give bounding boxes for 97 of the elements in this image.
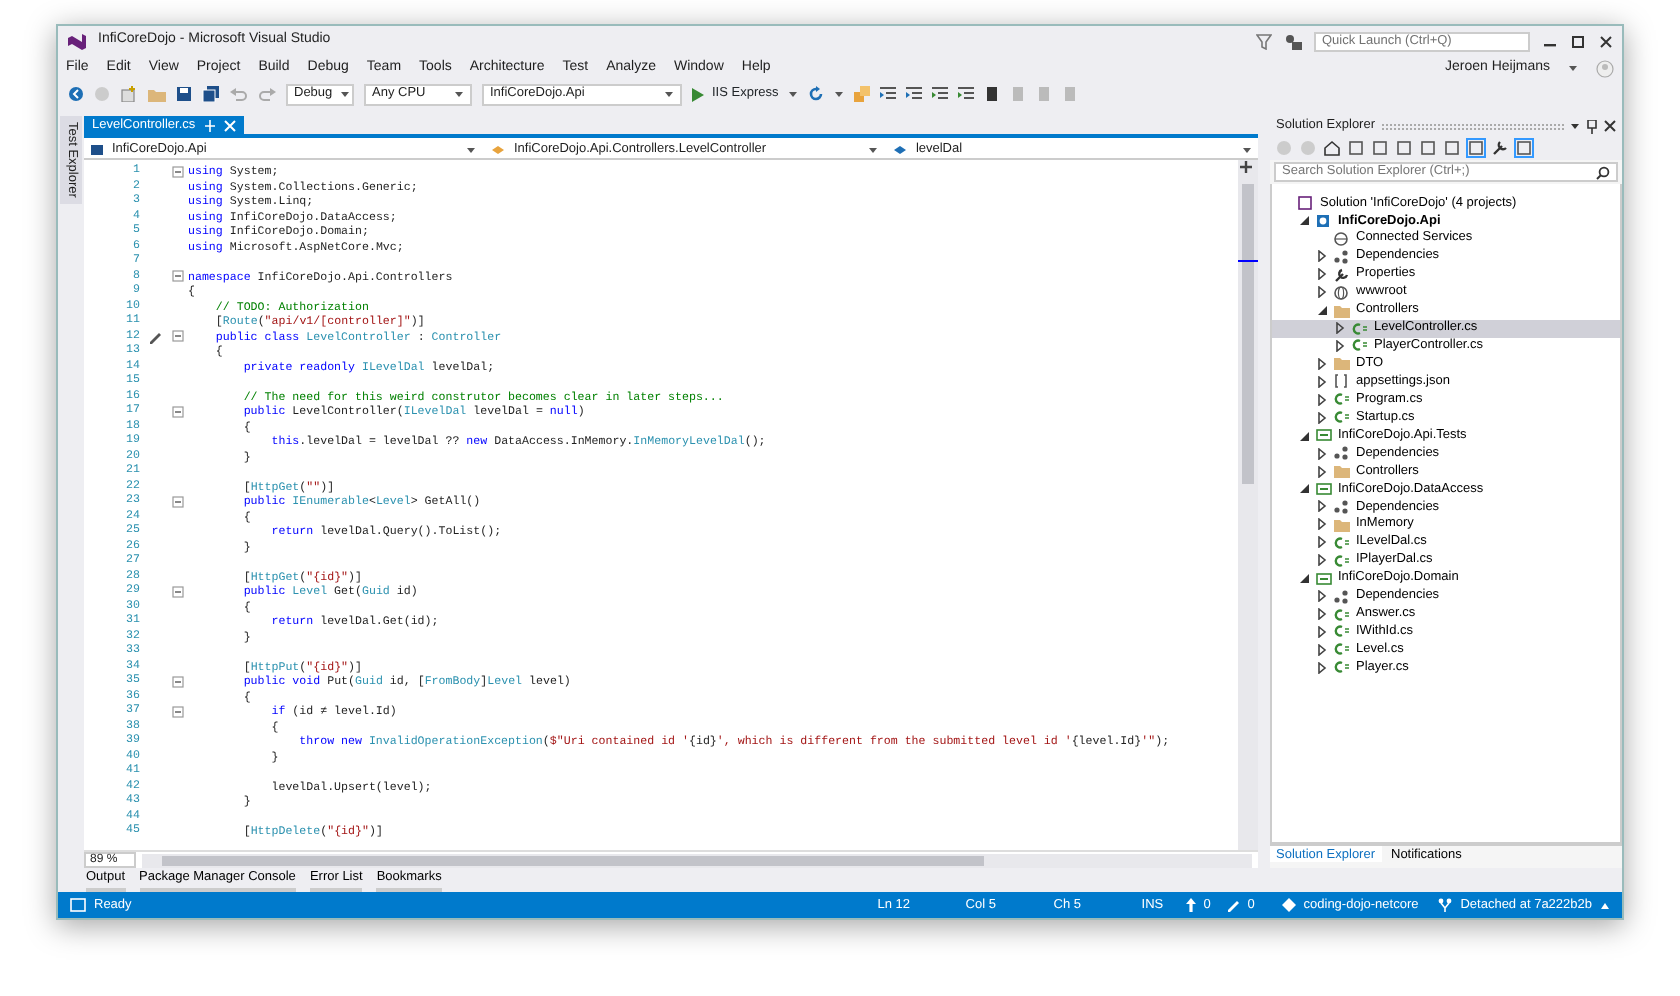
collapse-icon[interactable] <box>172 705 184 718</box>
csharp-file-icon <box>1334 660 1350 675</box>
comment-icon[interactable] <box>932 86 949 102</box>
app-logo-icon <box>66 32 86 50</box>
collapsed-arrow-icon[interactable] <box>1316 518 1328 531</box>
close-icon[interactable] <box>1598 33 1614 49</box>
project-icon <box>1316 428 1332 443</box>
collapse-icon[interactable] <box>172 405 184 418</box>
close-icon[interactable] <box>1604 120 1616 132</box>
save-all-icon[interactable] <box>202 86 220 102</box>
expanded-arrow-icon[interactable] <box>1298 572 1310 585</box>
collapsed-arrow-icon[interactable] <box>1316 286 1328 299</box>
folder-icon <box>1334 517 1350 532</box>
csharp-file-icon <box>1334 553 1350 568</box>
filter-icon[interactable] <box>1256 33 1272 49</box>
collapsed-arrow-icon[interactable] <box>1316 250 1328 263</box>
web-project-icon <box>1316 213 1332 228</box>
maximize-icon[interactable] <box>1570 33 1586 49</box>
csharp-file-icon <box>1334 535 1350 550</box>
caret-icon[interactable] <box>465 145 476 153</box>
expanded-arrow-icon[interactable] <box>1316 304 1328 317</box>
folder-icon <box>1334 356 1350 371</box>
csharp-file-icon <box>1334 392 1350 407</box>
collapsed-arrow-icon[interactable] <box>1316 375 1328 388</box>
output-icon <box>70 898 86 912</box>
collapsed-arrow-icon[interactable] <box>1316 608 1328 621</box>
caret-up-icon[interactable] <box>1600 901 1610 909</box>
collapse-icon[interactable] <box>172 165 184 178</box>
indent-icon[interactable] <box>880 86 897 102</box>
collapsed-arrow-icon[interactable] <box>1316 268 1328 281</box>
feedback-icon[interactable] <box>1284 33 1302 49</box>
bookmark-icon[interactable] <box>984 86 1001 102</box>
dependencies-icon <box>1334 249 1350 264</box>
collapsed-arrow-icon[interactable] <box>1316 500 1328 513</box>
dependencies-icon <box>1334 589 1350 604</box>
collapsed-arrow-icon[interactable] <box>1316 357 1328 370</box>
caret-icon[interactable] <box>664 90 674 98</box>
class-icon <box>90 143 104 155</box>
expanded-arrow-icon[interactable] <box>1298 482 1310 495</box>
collapsed-arrow-icon[interactable] <box>1316 411 1328 424</box>
caret-icon[interactable] <box>1568 64 1578 72</box>
outdent-icon[interactable] <box>906 86 923 102</box>
class-icon <box>893 143 908 155</box>
connected-services-icon <box>1334 231 1350 246</box>
csharp-file-icon <box>1334 642 1350 657</box>
caret-icon[interactable] <box>867 145 878 153</box>
repository-icon[interactable] <box>1281 898 1296 912</box>
collapse-icon[interactable] <box>172 585 184 598</box>
collapsed-arrow-icon[interactable] <box>1316 536 1328 549</box>
caret-icon[interactable] <box>788 90 799 98</box>
caret-icon[interactable] <box>454 90 464 98</box>
project-icon <box>1316 571 1332 586</box>
dependencies-icon <box>1334 446 1350 461</box>
collapsed-arrow-icon[interactable] <box>1334 322 1346 335</box>
collapse-icon[interactable] <box>172 675 184 688</box>
expanded-arrow-icon[interactable] <box>1298 429 1310 442</box>
csharp-file-icon <box>1334 410 1350 425</box>
json-file-icon <box>1334 374 1350 389</box>
pencil-icon[interactable] <box>1225 898 1240 912</box>
uncomment-icon[interactable] <box>958 86 975 102</box>
collapse-icon[interactable] <box>172 330 184 343</box>
collapsed-arrow-icon[interactable] <box>1316 643 1328 656</box>
collapsed-arrow-icon[interactable] <box>1334 339 1346 352</box>
collapsed-arrow-icon[interactable] <box>1316 554 1328 567</box>
collapse-icon[interactable] <box>172 270 184 283</box>
home-icon[interactable] <box>1324 140 1340 156</box>
class-icon <box>491 143 506 155</box>
save-icon[interactable] <box>176 86 192 102</box>
collapsed-arrow-icon[interactable] <box>1316 465 1328 478</box>
play-icon <box>692 87 704 101</box>
up-arrow-icon[interactable] <box>1185 898 1196 912</box>
caret-icon[interactable] <box>834 90 845 98</box>
solution-icon <box>1298 195 1314 210</box>
collapsed-arrow-icon[interactable] <box>1316 625 1328 638</box>
branch-icon[interactable] <box>1438 898 1453 912</box>
caret-icon[interactable] <box>340 90 351 98</box>
horizontal-scrollbar[interactable] <box>142 853 1252 867</box>
globe-icon <box>1334 285 1350 300</box>
split-icon[interactable] <box>1238 160 1254 174</box>
dependencies-icon <box>1334 499 1350 514</box>
caret-icon[interactable] <box>1241 145 1252 153</box>
search-icon[interactable] <box>1596 165 1610 179</box>
collapse-icon[interactable] <box>172 495 184 508</box>
caret-icon[interactable] <box>1570 122 1580 130</box>
refresh-icon[interactable] <box>808 86 825 102</box>
project-icon <box>1316 481 1332 496</box>
collapsed-arrow-icon[interactable] <box>1316 590 1328 603</box>
folder-icon <box>1334 464 1350 479</box>
expanded-arrow-icon[interactable] <box>1298 214 1310 227</box>
collapsed-arrow-icon[interactable] <box>1316 661 1328 674</box>
collapsed-arrow-icon[interactable] <box>1316 393 1328 406</box>
pencil-icon[interactable] <box>147 329 161 344</box>
vertical-scrollbar[interactable] <box>1238 160 1258 850</box>
properties-icon[interactable] <box>1492 140 1508 156</box>
wrench-icon <box>1334 267 1350 282</box>
collapsed-arrow-icon[interactable] <box>1316 447 1328 460</box>
pin-icon[interactable] <box>1586 119 1598 133</box>
